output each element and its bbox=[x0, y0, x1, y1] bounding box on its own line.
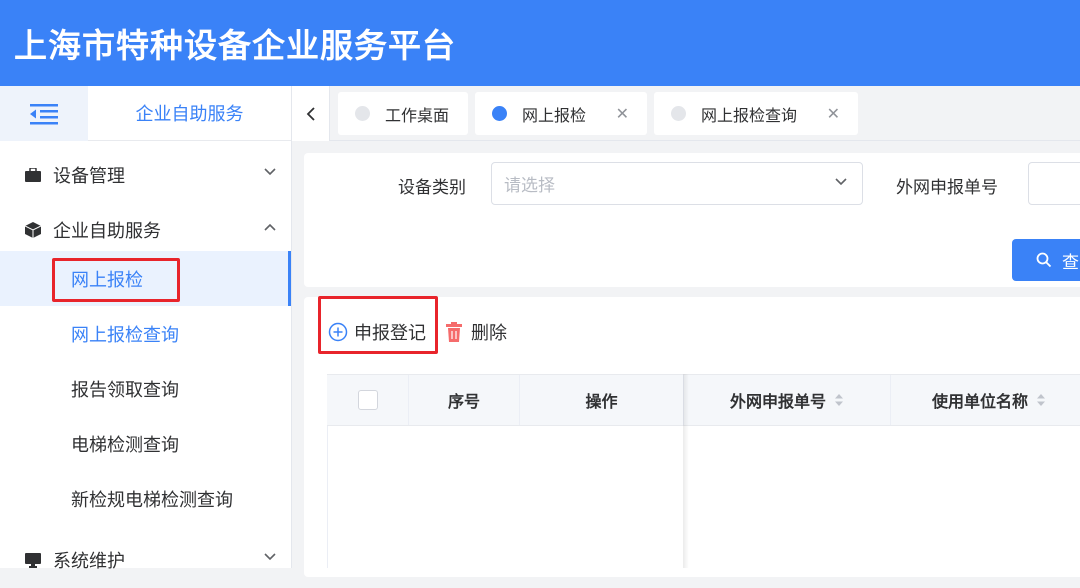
delete-button[interactable]: 删除 bbox=[445, 318, 507, 346]
device-type-label: 设备类别 bbox=[398, 178, 466, 198]
tab-status-dot bbox=[355, 106, 370, 121]
sidebar-item-label: 电梯检测查询 bbox=[71, 434, 179, 456]
sort-icon[interactable] bbox=[1036, 393, 1046, 407]
sidebar-item-elevator-test-query[interactable]: 电梯检测查询 bbox=[0, 416, 291, 471]
highlight-box bbox=[52, 258, 180, 302]
collapse-menu-button[interactable] bbox=[0, 86, 88, 141]
app-header: 上海市特种设备企业服务平台 bbox=[0, 0, 1080, 86]
tab-label: 网上报检查询 bbox=[701, 105, 798, 125]
chevron-down-icon bbox=[264, 168, 276, 176]
cube-icon bbox=[24, 221, 42, 239]
menu-group-label: 设备管理 bbox=[53, 166, 125, 187]
select-all-cell bbox=[327, 375, 409, 425]
monitor-icon bbox=[24, 551, 42, 569]
trash-icon bbox=[446, 322, 462, 342]
column-header-unit-name[interactable]: 使用单位名称 bbox=[891, 375, 1080, 425]
tab-bar: 工作桌面 网上报检 ✕ 网上报检查询 ✕ bbox=[292, 86, 1080, 141]
tab-scroll-left-button[interactable] bbox=[292, 86, 330, 141]
tab-inspection-query[interactable]: 网上报检查询 ✕ bbox=[654, 92, 858, 135]
tab-status-dot bbox=[671, 106, 686, 121]
delete-label: 删除 bbox=[471, 323, 507, 344]
search-icon bbox=[1036, 252, 1052, 268]
search-label: 查 bbox=[1062, 252, 1079, 273]
column-header-report-no[interactable]: 外网申报单号 bbox=[684, 375, 891, 425]
chevron-left-icon bbox=[306, 106, 315, 121]
device-type-select[interactable]: 请选择 bbox=[491, 162, 863, 205]
menu-group-label: 企业自助服务 bbox=[53, 221, 161, 242]
sidebar-item-inspection-query[interactable]: 网上报检查询 bbox=[0, 306, 291, 361]
menu-group-device-management[interactable]: 设备管理 bbox=[0, 147, 291, 203]
fixed-column-shadow bbox=[683, 374, 689, 568]
menu-group-label: 系统维护 bbox=[53, 551, 125, 572]
highlight-box bbox=[318, 296, 438, 354]
table-body-border bbox=[327, 426, 328, 568]
sidebar-item-report-pickup-query[interactable]: 报告领取查询 bbox=[0, 361, 291, 416]
report-no-label: 外网申报单号 bbox=[896, 178, 998, 198]
device-type-placeholder: 请选择 bbox=[504, 176, 555, 196]
chevron-up-icon bbox=[264, 223, 276, 231]
search-button[interactable]: 查 bbox=[1012, 239, 1080, 281]
tab-label: 网上报检 bbox=[522, 105, 587, 125]
briefcase-icon bbox=[24, 166, 42, 184]
menu-group-self-service[interactable]: 企业自助服务 bbox=[0, 202, 291, 258]
close-icon[interactable]: ✕ bbox=[827, 104, 840, 123]
chevron-down-icon bbox=[835, 178, 847, 186]
sidebar-item-new-elevator-test-query[interactable]: 新检规电梯检测查询 bbox=[0, 471, 291, 526]
app-title: 上海市特种设备企业服务平台 bbox=[14, 26, 456, 65]
column-header-index: 序号 bbox=[409, 375, 520, 425]
report-no-input[interactable] bbox=[1028, 162, 1080, 205]
menu-group-system-maintenance[interactable]: 系统维护 bbox=[0, 532, 291, 588]
chevron-down-icon bbox=[264, 553, 276, 561]
sidebar-item-label: 报告领取查询 bbox=[71, 379, 179, 401]
menu-fold-icon bbox=[30, 103, 58, 124]
sort-icon[interactable] bbox=[834, 393, 844, 407]
table-header: 序号 操作 外网申报单号 使用单位名称 bbox=[327, 374, 1080, 426]
tab-online-inspection[interactable]: 网上报检 ✕ bbox=[475, 92, 647, 135]
tab-workbench[interactable]: 工作桌面 bbox=[338, 92, 468, 135]
close-icon[interactable]: ✕ bbox=[616, 104, 629, 123]
sidebar-item-label: 新检规电梯检测查询 bbox=[71, 489, 233, 511]
tab-status-dot bbox=[492, 106, 507, 121]
select-all-checkbox[interactable] bbox=[357, 390, 378, 410]
column-header-actions: 操作 bbox=[520, 375, 684, 425]
sidebar-section-title: 企业自助服务 bbox=[135, 104, 244, 125]
sidebar-item-label: 网上报检查询 bbox=[71, 324, 179, 346]
tab-label: 工作桌面 bbox=[385, 105, 450, 125]
